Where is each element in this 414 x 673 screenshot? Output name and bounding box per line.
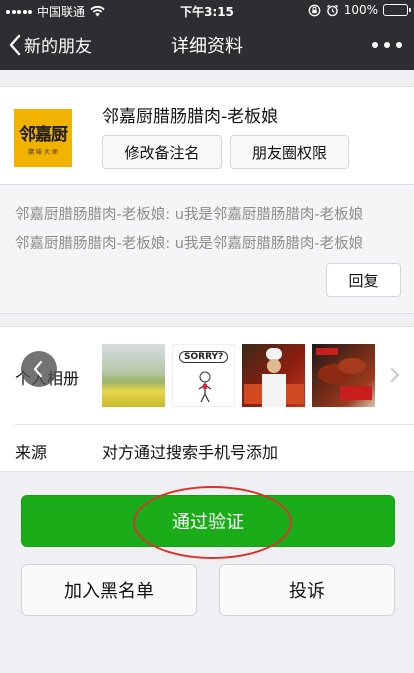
more-dots-icon[interactable]: [372, 32, 402, 58]
contact-name: 邻嘉厨腊肠腊肉-老板娘: [102, 107, 279, 127]
verification-messages: 邻嘉厨腊肠腊肉-老板娘: u我是邻嘉厨腊肠腊肉-老板娘 邻嘉厨腊肠腊肉-老板娘:…: [0, 184, 414, 314]
report-button[interactable]: 投诉: [219, 564, 395, 616]
verification-message: 邻嘉厨腊肠腊肉-老板娘: u我是邻嘉厨腊肠腊肉-老板娘: [15, 236, 364, 252]
verification-message: 邻嘉厨腊肠腊肉-老板娘: u我是邻嘉厨腊肠腊肉-老板娘: [15, 207, 364, 223]
status-bar: 中国联通 下午3:15 100%: [0, 0, 414, 20]
album-thumb-flower-field: [102, 344, 165, 407]
cartoon-figure-icon: [198, 371, 212, 403]
avatar-logo-subtext: 腊 味 大 师: [28, 149, 58, 156]
avatar-logo-text: 邻嘉厨: [19, 125, 68, 145]
battery-icon: [383, 4, 411, 16]
source-value: 对方通过搜索手机号添加: [102, 443, 279, 462]
personal-album-row[interactable]: 个人相册 SORRY?: [0, 327, 414, 424]
album-thumb-sorry-cartoon: SORRY?: [172, 344, 235, 407]
orientation-lock-icon: [308, 4, 321, 16]
album-thumb-cured-meat: [312, 344, 375, 407]
source-label: 来源: [15, 443, 48, 462]
divider: [15, 424, 414, 425]
avatar[interactable]: 邻嘉厨 腊 味 大 师: [14, 109, 72, 167]
alarm-icon: [326, 4, 338, 16]
edit-remark-button[interactable]: 修改备注名: [102, 135, 222, 169]
moments-permission-button[interactable]: 朋友圈权限: [230, 135, 349, 169]
status-right: 100%: [308, 3, 411, 17]
nav-bar: 新的朋友 详细资料: [0, 20, 414, 70]
info-section: 个人相册 SORRY?: [0, 326, 414, 472]
profile-card: 邻嘉厨 腊 味 大 师 邻嘉厨腊肠腊肉-老板娘 修改备注名 朋友圈权限: [0, 86, 414, 184]
add-to-blacklist-button[interactable]: 加入黑名单: [21, 564, 197, 616]
sorry-caption: SORRY?: [179, 351, 229, 363]
reply-button[interactable]: 回复: [326, 263, 401, 297]
chevron-right-icon: [391, 368, 399, 382]
page-title: 详细资料: [171, 36, 243, 57]
chevron-left-overlay-icon: [21, 351, 57, 387]
album-thumb-chef-promo: [242, 344, 305, 407]
accept-verification-button[interactable]: 通过验证: [21, 495, 395, 547]
battery-percent: 100%: [343, 3, 378, 17]
